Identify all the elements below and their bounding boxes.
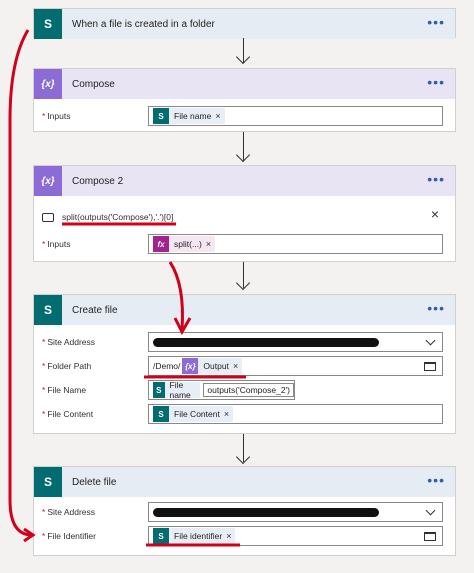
compose-icon: {x} [34, 69, 62, 99]
file-name-label: * File Name [42, 385, 87, 395]
file-name-token[interactable]: S File name [153, 380, 201, 400]
more-options-icon[interactable]: ••• [427, 301, 445, 315]
more-options-icon[interactable]: ••• [427, 172, 445, 186]
expression-row: split(outputs('Compose'),'.')[0] × [42, 206, 443, 226]
trigger-title: When a file is created in a folder [72, 18, 215, 30]
inputs-label: * Inputs [42, 111, 71, 121]
compose-icon: {x} [182, 358, 199, 374]
remove-token-icon[interactable]: × [224, 409, 229, 419]
folder-icon[interactable] [424, 532, 436, 541]
file-identifier-field[interactable]: S File identifier × [148, 526, 443, 546]
redaction-mark [153, 508, 379, 517]
inputs-row: * Inputs fx split(...) × [42, 234, 443, 254]
output-token[interactable]: {x} Output × [182, 358, 243, 374]
remove-token-icon[interactable]: × [233, 361, 238, 371]
file-content-row: * File Content S File Content × [42, 404, 443, 424]
delete-file-header[interactable]: S Delete file ••• [34, 467, 455, 497]
site-address-dropdown[interactable] [148, 332, 443, 352]
file-content-token[interactable]: S File Content × [153, 406, 234, 422]
close-icon[interactable]: × [431, 206, 439, 222]
file-name-token[interactable]: S File name × [153, 108, 225, 124]
sharepoint-icon: S [153, 406, 169, 422]
compose2-title: Compose 2 [72, 175, 124, 187]
sharepoint-icon: S [34, 467, 62, 497]
compose-header[interactable]: {x} Compose ••• [34, 69, 455, 99]
file-identifier-row: * File Identifier S File identifier × [42, 526, 443, 546]
delete-file-title: Delete file [72, 476, 117, 488]
site-address-row: * Site Address [42, 502, 443, 522]
trigger-card[interactable]: S When a file is created in a folder ••• [33, 8, 456, 39]
sharepoint-icon: S [34, 295, 62, 325]
compose-card[interactable]: {x} Compose ••• * Inputs S File name × [33, 68, 456, 132]
arrow-down-icon [235, 147, 251, 163]
compose-icon: {x} [34, 166, 62, 196]
inputs-label: * Inputs [42, 239, 71, 249]
remove-token-icon[interactable]: × [226, 531, 231, 541]
inputs-field[interactable]: S File name × [148, 106, 443, 126]
arrow-down-icon [235, 275, 251, 291]
sharepoint-icon: S [34, 9, 62, 39]
file-identifier-label: * File Identifier [42, 531, 96, 541]
compose-title: Compose [72, 78, 115, 90]
remove-token-icon[interactable]: × [206, 239, 211, 249]
create-file-card[interactable]: S Create file ••• * Site Address * Folder … [33, 294, 456, 434]
site-address-dropdown[interactable] [148, 502, 443, 522]
site-address-label: * Site Address [42, 507, 96, 517]
expression-icon: fx [153, 236, 169, 252]
folder-icon[interactable] [424, 362, 436, 371]
redaction-mark [153, 338, 379, 347]
arrow-down-icon [235, 49, 251, 65]
create-file-header[interactable]: S Create file ••• [34, 295, 455, 325]
annotation-left-arrowhead [23, 527, 36, 543]
folder-prefix-text: /Demo/ [153, 361, 181, 371]
folder-path-field[interactable]: /Demo/ {x} Output × [148, 356, 443, 376]
file-content-label: * File Content [42, 409, 94, 419]
inputs-field[interactable]: fx split(...) × [148, 234, 443, 254]
more-options-icon[interactable]: ••• [427, 75, 445, 89]
more-options-icon[interactable]: ••• [427, 473, 445, 487]
file-content-field[interactable]: S File Content × [148, 404, 443, 424]
site-address-row: * Site Address [42, 332, 443, 352]
file-name-field[interactable]: S File name outputs('Compose_2') [148, 380, 295, 400]
sharepoint-icon: S [153, 108, 169, 124]
comment-icon [42, 212, 54, 222]
file-name-expression-text: outputs('Compose_2') [203, 383, 294, 397]
delete-file-card[interactable]: S Delete file ••• * Site Address * File Id… [33, 466, 456, 556]
sharepoint-icon: S [153, 382, 165, 398]
create-file-title: Create file [72, 304, 118, 316]
chevron-down-icon[interactable] [425, 505, 436, 516]
trigger-header[interactable]: S When a file is created in a folder ••• [34, 9, 455, 39]
site-address-label: * Site Address [42, 337, 96, 347]
expression-text[interactable]: split(outputs('Compose'),'.')[0] [62, 212, 173, 222]
more-options-icon[interactable]: ••• [427, 15, 445, 29]
file-name-row: * File Name S File name outputs('Compose_… [42, 380, 443, 400]
compose2-card[interactable]: {x} Compose 2 ••• split(outputs('Compose… [33, 165, 456, 262]
annotation-left-arrow [8, 29, 33, 537]
compose2-header[interactable]: {x} Compose 2 ••• [34, 166, 455, 196]
arrow-down-icon [235, 449, 251, 465]
folder-path-row: * Folder Path /Demo/ {x} Output × [42, 356, 443, 376]
chevron-down-icon[interactable] [425, 335, 436, 346]
inputs-row: * Inputs S File name × [42, 106, 443, 126]
file-identifier-token[interactable]: S File identifier × [153, 528, 236, 544]
folder-path-label: * Folder Path [42, 361, 92, 371]
split-expression-token[interactable]: fx split(...) × [153, 236, 216, 252]
sharepoint-icon: S [153, 528, 169, 544]
remove-token-icon[interactable]: × [215, 111, 220, 121]
